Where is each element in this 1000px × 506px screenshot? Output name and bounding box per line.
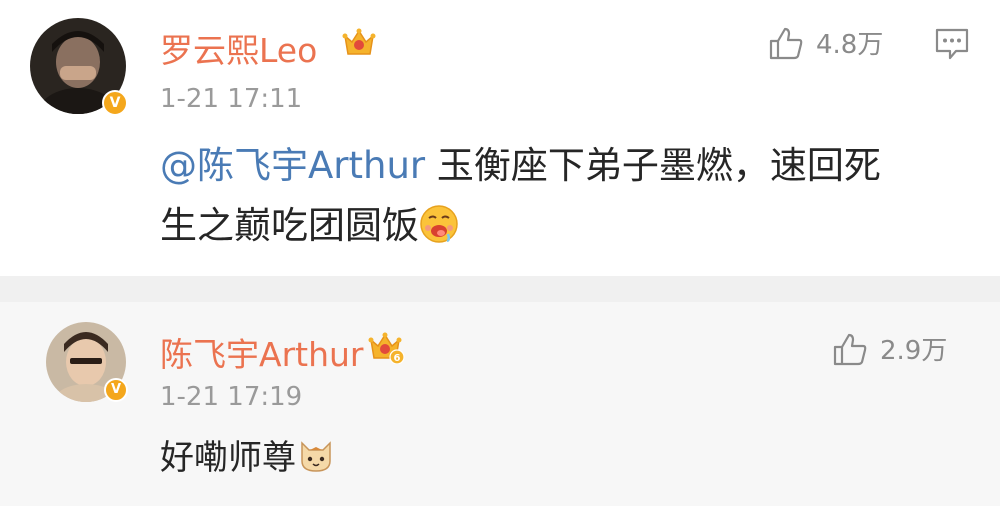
comment-text-line-1: @陈飞宇Arthur 玉衡座下弟子墨燃，速回死 bbox=[160, 136, 960, 196]
comment-card: V 罗云熙Leo 1-21 17:11 4.8万 @陈飞宇Arthur 玉衡座下… bbox=[0, 0, 1000, 276]
cat-face-emoji-icon bbox=[301, 441, 331, 472]
comment-text-part1: 玉衡座下弟子墨燃，速回死 bbox=[425, 144, 881, 187]
comment-text: @陈飞宇Arthur 玉衡座下弟子墨燃，速回死 生之巅吃团圆饭 bbox=[160, 136, 960, 256]
comment-username[interactable]: 罗云熙Leo bbox=[160, 24, 317, 72]
thumbs-up-icon bbox=[769, 27, 803, 59]
like-count: 4.8万 bbox=[816, 30, 884, 60]
reply-like-count: 2.9万 bbox=[880, 336, 948, 366]
reply-verified-badge-icon: V bbox=[104, 378, 128, 402]
reply-text: 好嘞师尊 bbox=[160, 428, 336, 488]
reply-timestamp: 1-21 17:19 bbox=[160, 382, 303, 412]
reply-comment-icon[interactable] bbox=[934, 26, 970, 62]
reply-like-button[interactable]: 2.9万 bbox=[832, 330, 947, 367]
reply-vip-crown-icon[interactable]: 6 bbox=[368, 330, 406, 365]
comment-timestamp: 1-21 17:11 bbox=[160, 84, 303, 114]
like-button[interactable]: 4.8万 bbox=[768, 24, 883, 61]
comment-text-line-2: 生之巅吃团圆饭 bbox=[160, 196, 960, 256]
reply-card: V 陈飞宇Arthur 6 1-21 17:19 2.9万 好嘞师尊 bbox=[0, 302, 1000, 506]
reply-avatar[interactable]: V bbox=[46, 322, 128, 402]
comment-text-part2: 生之巅吃团圆饭 bbox=[160, 204, 419, 247]
verified-badge-icon: V bbox=[102, 90, 128, 116]
reply-username[interactable]: 陈飞宇Arthur bbox=[160, 328, 363, 376]
vip-crown-icon[interactable] bbox=[342, 26, 376, 58]
mention-link[interactable]: @陈飞宇Arthur bbox=[160, 144, 425, 187]
section-divider bbox=[0, 276, 1000, 302]
reply-text-content: 好嘞师尊 bbox=[160, 438, 296, 478]
vip-level-label: 6 bbox=[394, 353, 401, 364]
drooling-face-emoji-icon bbox=[420, 205, 458, 243]
thumbs-up-icon bbox=[833, 333, 867, 365]
avatar[interactable]: V bbox=[30, 18, 128, 116]
